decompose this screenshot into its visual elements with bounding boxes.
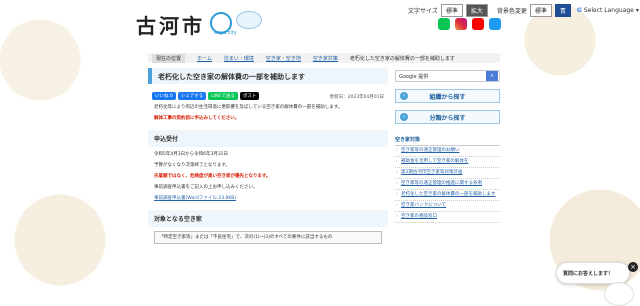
priority-note: 先着順ではなく、危険度が高い空き家が優先となります。	[154, 174, 271, 179]
chatbot-icon[interactable]	[604, 282, 634, 306]
eligibility-notice: 「特定空き家等」または「不良住宅」で、次の(1)~(3)のすべての要件に該当する…	[154, 231, 382, 244]
section-heading-eligible: 対象となる空き家	[148, 210, 388, 227]
mascot-icon	[236, 11, 262, 29]
cat-button-label: 分類から探す	[429, 114, 466, 122]
x-icon[interactable]	[489, 18, 501, 30]
font-size-label: 文字サイズ	[408, 8, 438, 15]
font-normal-button[interactable]: 標準	[440, 4, 463, 17]
sidebar-item[interactable]: 老朽化した空き家の解体費の一部を補助します	[395, 190, 500, 201]
google-icon: G	[576, 7, 582, 14]
bg-color-label: 背景色変更	[496, 8, 527, 15]
close-icon[interactable]: ×	[628, 262, 638, 272]
breadcrumb-item-living[interactable]: 住まい・環境	[224, 55, 254, 62]
sidebar-item[interactable]: 空き家バンクについて	[395, 201, 500, 212]
breadcrumb-item-home[interactable]: ホーム	[197, 55, 212, 62]
breadcrumb-item-measures[interactable]: 空き家対策	[313, 55, 338, 62]
updated-date: 更新日：2023年04月01日	[329, 95, 384, 100]
post-button[interactable]: ポスト	[239, 92, 260, 100]
font-large-button[interactable]: 拡大	[465, 4, 488, 17]
site-logo[interactable]: 古河市	[136, 10, 205, 39]
language-selector[interactable]: G Select Language ▾	[577, 7, 639, 14]
share-button[interactable]: シェアする	[177, 92, 207, 100]
budget-note: 予算がなくなり次第終了となります。	[154, 163, 230, 168]
contract-warning: 解体工事の契約前に申込みしてください。	[154, 116, 240, 121]
org-button-label: 組織から探す	[429, 93, 466, 101]
logo-subtext: koga city	[214, 30, 237, 36]
search-by-category-button[interactable]: › 分類から探す	[395, 110, 500, 124]
social-links	[438, 18, 501, 30]
intro-text: 老朽化等により周辺の生活環境に悪影響を及ぼしている空き家の解体費の一部を補助しま…	[154, 105, 343, 110]
search-input[interactable]: Google 提供 ⌕	[395, 70, 500, 82]
breadcrumb-item-vacant[interactable]: 空き家・空き地	[266, 55, 301, 62]
sidebar-list: 空き家等の適正管理のお願い 補助金を活用して空き家の解体を 第2期古河市空き家等…	[395, 146, 500, 223]
section-heading-application: 申込受付	[148, 130, 388, 147]
accessibility-toolbar: 文字サイズ 標準 拡大 背景色変更 標準 青 G Select Language…	[408, 4, 639, 17]
sidebar-item[interactable]: 空き家等の適正管理の推進に関する条例	[395, 179, 500, 190]
search-placeholder: Google 提供	[399, 73, 429, 80]
consult-text: 事前調査申込書をご記入の上お申し込みください。	[154, 185, 258, 190]
chat-bubble[interactable]: 質問にお答えします！	[556, 262, 630, 284]
language-label: Select Language	[583, 7, 634, 14]
sidebar-item[interactable]: 空き家等の適正管理のお願い	[395, 146, 500, 157]
chat-label: 質問にお答えします！	[563, 270, 614, 277]
bg-normal-button[interactable]: 標準	[529, 4, 552, 17]
form-download-link[interactable]: 事前調査申込書(Wordファイル:23.9KB)	[154, 195, 382, 202]
application-period: 令和5年4月3日から令和6年3月31日	[154, 152, 229, 157]
search-by-organization-button[interactable]: › 組織から探す	[395, 89, 500, 103]
line-icon[interactable]	[438, 18, 450, 30]
sidebar-item[interactable]: 第2期古河市空き家等対策計画	[395, 168, 500, 179]
instagram-icon[interactable]	[455, 18, 467, 30]
site-header: 古河市 koga city 文字サイズ 標準 拡大 背景色変更 標準 青 G S…	[0, 0, 640, 50]
main-content: 老朽化した空き家の解体費の一部を補助します いいね 0 シェアする LINEで送…	[148, 68, 388, 306]
breadcrumb-item-current: 老朽化した空き家の解体費の一部を補助します	[349, 55, 455, 62]
bg-blue-button[interactable]: 青	[554, 4, 571, 17]
sidebar-heading: 空き家対策	[395, 136, 500, 146]
page-title: 老朽化した空き家の解体費の一部を補助します	[148, 68, 388, 84]
youtube-icon[interactable]	[472, 18, 484, 30]
chevron-right-icon: ›	[400, 92, 408, 100]
search-icon[interactable]: ⌕	[486, 71, 498, 81]
chevron-right-icon: ›	[400, 113, 408, 121]
sidebar: Google 提供 ⌕ › 組織から探す › 分類から探す 空き家対策 空き家等…	[395, 70, 500, 223]
chevron-down-icon: ▾	[635, 7, 639, 14]
sidebar-item[interactable]: 空き家の相談窓口	[395, 212, 500, 223]
breadcrumb: 現在の位置 ホーム 住まい・環境 空き家・空き地 空き家対策 老朽化した空き家の…	[148, 53, 500, 63]
breadcrumb-here-label: 現在の位置	[152, 53, 186, 63]
like-button[interactable]: いいね 0	[152, 92, 176, 100]
sidebar-item[interactable]: 補助金を活用して空き家の解体を	[395, 157, 500, 168]
line-share-button[interactable]: LINEで送る	[208, 92, 238, 100]
